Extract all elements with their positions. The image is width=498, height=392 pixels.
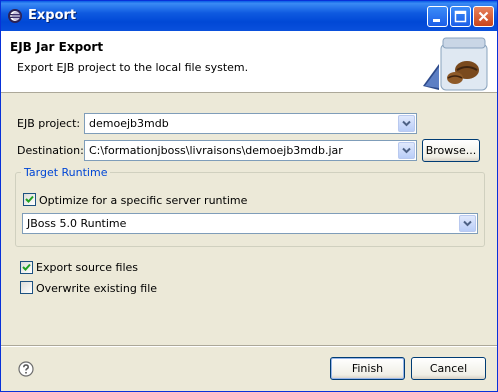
checkmark-icon	[25, 195, 34, 203]
export-source-checkbox[interactable]	[20, 261, 33, 274]
browse-button[interactable]: Browse...	[422, 139, 480, 162]
button-bar-separator	[1, 345, 497, 347]
window-title: Export	[28, 8, 77, 23]
optimize-runtime-checkbox[interactable]	[23, 193, 36, 206]
destination-value: C:\formationjboss\livraisons\demoejb3mdb…	[89, 144, 343, 157]
runtime-value: JBoss 5.0 Runtime	[27, 217, 127, 230]
maximize-icon	[454, 10, 467, 23]
banner-title: EJB Jar Export	[10, 40, 104, 54]
overwrite-existing-checkbox[interactable]	[20, 281, 33, 294]
optimize-runtime-label[interactable]: Optimize for a specific server runtime	[39, 194, 247, 207]
ejb-project-combo[interactable]: demoejb3mdb	[84, 113, 417, 134]
runtime-dropdown-button[interactable]	[459, 215, 476, 232]
minimize-icon	[433, 19, 440, 22]
checkmark-icon	[22, 263, 31, 271]
finish-button[interactable]: Finish	[330, 357, 405, 380]
cancel-button[interactable]: Cancel	[411, 357, 486, 380]
chevron-down-icon	[402, 120, 411, 127]
export-source-label[interactable]: Export source files	[36, 261, 138, 274]
chevron-down-icon	[463, 220, 472, 227]
ejb-bean-jar-icon	[423, 37, 488, 91]
maximize-button[interactable]	[450, 6, 471, 27]
runtime-combo[interactable]: JBoss 5.0 Runtime	[22, 213, 478, 234]
overwrite-existing-label[interactable]: Overwrite existing file	[36, 282, 157, 295]
close-button[interactable]	[473, 6, 494, 27]
ejb-project-label: EJB project:	[17, 117, 81, 130]
chevron-down-icon	[402, 147, 411, 154]
ejb-project-dropdown-button[interactable]	[398, 115, 415, 132]
export-dialog: Export EJB Jar Export Export EJB project…	[0, 0, 498, 392]
eclipse-icon	[8, 9, 22, 23]
ejb-project-value: demoejb3mdb	[89, 117, 169, 130]
destination-dropdown-button[interactable]	[398, 142, 415, 159]
banner-description: Export EJB project to the local file sys…	[17, 61, 249, 74]
title-bar[interactable]: Export	[1, 1, 497, 31]
minimize-button[interactable]	[427, 6, 448, 27]
destination-combo[interactable]: C:\formationjboss\livraisons\demoejb3mdb…	[84, 140, 417, 161]
target-runtime-group	[15, 172, 485, 247]
target-runtime-group-title: Target Runtime	[21, 166, 111, 179]
wizard-banner: EJB Jar Export Export EJB project to the…	[1, 31, 497, 93]
help-icon[interactable]	[18, 361, 34, 377]
close-icon	[478, 11, 489, 22]
destination-label: Destination:	[17, 144, 84, 157]
